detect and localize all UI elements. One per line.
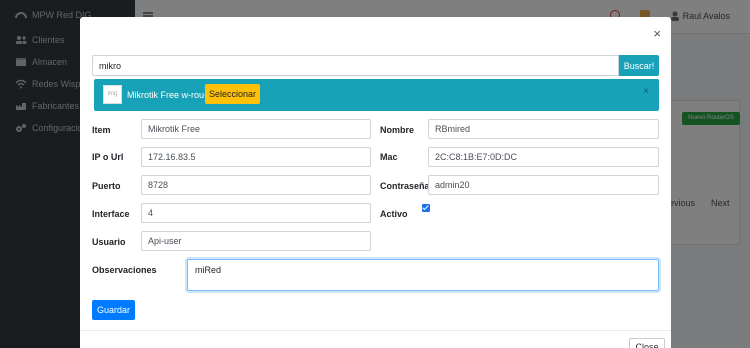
select-button[interactable]: Seleccionar [205, 84, 260, 104]
search-group: Buscar! [92, 55, 659, 76]
save-button[interactable]: Guardar [92, 300, 135, 320]
product-thumbnail: img [103, 85, 122, 104]
puerto-field[interactable] [141, 175, 371, 195]
result-label: Mikrotik Free w-rou-2 [127, 90, 213, 100]
nombre-label: Nombre [380, 125, 415, 135]
routeros-modal: × Buscar! img Mikrotik Free w-rou-2 Sele… [80, 17, 671, 348]
interface-label: Interface [92, 209, 130, 219]
usuario-field[interactable] [141, 231, 371, 251]
close-button[interactable]: Close [629, 338, 665, 348]
nombre-field[interactable] [428, 119, 659, 139]
password-label: Contraseña [380, 181, 430, 191]
mac-label: Mac [380, 152, 398, 162]
puerto-label: Puerto [92, 181, 121, 191]
activo-checkbox[interactable] [422, 204, 430, 212]
observaciones-field[interactable]: miRed [187, 259, 659, 291]
search-input[interactable] [92, 55, 619, 76]
search-result-alert: img Mikrotik Free w-rou-2 Seleccionar × [94, 79, 659, 111]
interface-field[interactable] [141, 203, 371, 223]
result-close-icon[interactable]: × [643, 86, 649, 97]
password-field[interactable] [428, 175, 659, 195]
ip-label: IP o Url [92, 152, 124, 162]
mac-field[interactable] [428, 147, 659, 167]
observaciones-label: Observaciones [92, 265, 157, 275]
search-button[interactable]: Buscar! [619, 55, 659, 76]
modal-close-icon[interactable]: × [653, 27, 661, 40]
item-label: Item [92, 125, 111, 135]
usuario-label: Usuario [92, 237, 126, 247]
activo-label: Activo [380, 209, 408, 219]
item-field[interactable] [141, 119, 371, 139]
ip-field[interactable] [141, 147, 371, 167]
modal-footer-divider [80, 330, 671, 331]
